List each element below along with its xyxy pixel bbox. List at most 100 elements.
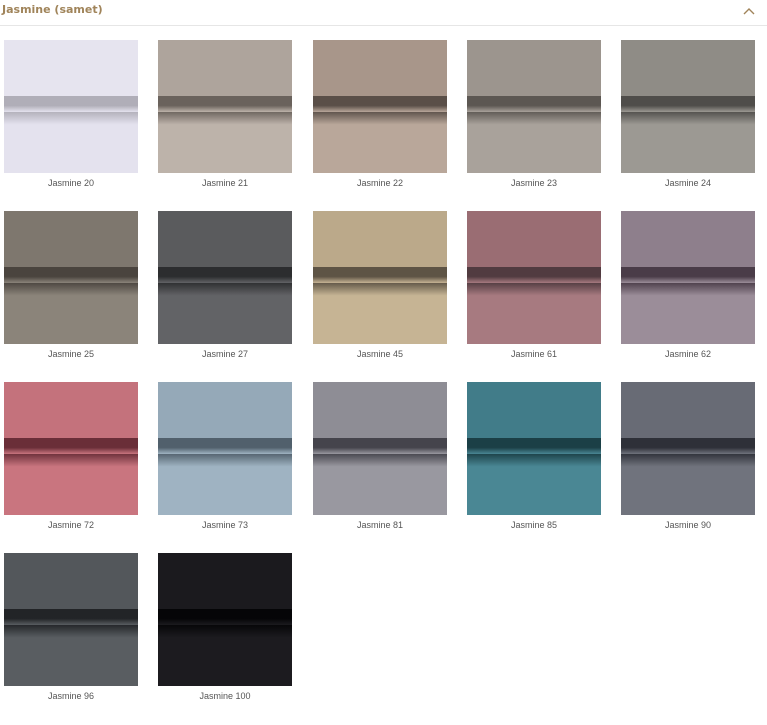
swatch-top-fold (313, 382, 447, 439)
swatch-bottom-fold (4, 111, 138, 173)
swatch-bottom-fold (313, 282, 447, 344)
swatch-image (4, 211, 138, 344)
fabric-swatch[interactable]: Jasmine 73 (158, 382, 292, 530)
swatch-fold-shadow (313, 438, 447, 454)
swatch-fold-shadow (158, 267, 292, 283)
swatch-label: Jasmine 72 (47, 520, 95, 530)
swatch-image (313, 382, 447, 515)
fabric-swatch[interactable]: Jasmine 61 (467, 211, 601, 359)
swatch-top-fold (4, 553, 138, 610)
swatch-top-fold (4, 382, 138, 439)
swatch-label: Jasmine 25 (47, 349, 95, 359)
swatch-fold-shadow (4, 438, 138, 454)
swatch-bottom-fold (158, 282, 292, 344)
swatch-image (158, 553, 292, 686)
swatch-bottom-fold (313, 453, 447, 515)
swatch-fold-shadow (158, 609, 292, 625)
fabric-swatch[interactable]: Jasmine 81 (313, 382, 447, 530)
swatch-label: Jasmine 23 (510, 178, 558, 188)
fabric-swatch[interactable]: Jasmine 24 (621, 40, 755, 188)
swatch-image (621, 382, 755, 515)
fabric-swatch[interactable]: Jasmine 62 (621, 211, 755, 359)
swatch-bottom-fold (621, 282, 755, 344)
swatch-image (621, 40, 755, 173)
swatch-label: Jasmine 85 (510, 520, 558, 530)
swatch-image (467, 211, 601, 344)
swatch-label: Jasmine 20 (47, 178, 95, 188)
fabric-swatch[interactable]: Jasmine 21 (158, 40, 292, 188)
swatch-label: Jasmine 81 (356, 520, 404, 530)
swatch-label: Jasmine 100 (199, 691, 251, 701)
swatch-top-fold (467, 382, 601, 439)
swatch-image (313, 40, 447, 173)
swatch-image (158, 40, 292, 173)
fabric-swatch[interactable]: Jasmine 25 (4, 211, 138, 359)
swatch-label: Jasmine 90 (664, 520, 712, 530)
swatch-top-fold (158, 553, 292, 610)
swatch-bottom-fold (158, 453, 292, 515)
swatch-fold-shadow (4, 267, 138, 283)
swatch-fold-shadow (158, 96, 292, 112)
swatch-label: Jasmine 62 (664, 349, 712, 359)
swatch-fold-shadow (621, 267, 755, 283)
fabric-swatch[interactable]: Jasmine 45 (313, 211, 447, 359)
fabric-swatch[interactable]: Jasmine 72 (4, 382, 138, 530)
swatch-top-fold (621, 40, 755, 97)
swatch-label: Jasmine 21 (201, 178, 249, 188)
swatch-top-fold (467, 211, 601, 268)
swatch-label: Jasmine 45 (356, 349, 404, 359)
swatch-label: Jasmine 22 (356, 178, 404, 188)
swatch-label: Jasmine 24 (664, 178, 712, 188)
swatch-top-fold (313, 211, 447, 268)
fabric-swatch[interactable]: Jasmine 20 (4, 40, 138, 188)
swatch-image (4, 382, 138, 515)
swatch-fold-shadow (621, 438, 755, 454)
swatch-fold-shadow (467, 267, 601, 283)
swatch-image (313, 211, 447, 344)
fabric-swatch[interactable]: Jasmine 22 (313, 40, 447, 188)
swatch-bottom-fold (467, 453, 601, 515)
swatch-bottom-fold (467, 111, 601, 173)
fabric-swatch[interactable]: Jasmine 96 (4, 553, 138, 701)
swatch-top-fold (467, 40, 601, 97)
swatch-fold-shadow (313, 267, 447, 283)
swatch-label: Jasmine 96 (47, 691, 95, 701)
swatch-fold-shadow (467, 438, 601, 454)
swatch-fold-shadow (621, 96, 755, 112)
swatch-bottom-fold (4, 453, 138, 515)
swatch-top-fold (158, 211, 292, 268)
chevron-up-icon[interactable] (743, 6, 755, 16)
swatch-bottom-fold (621, 111, 755, 173)
swatch-bottom-fold (4, 282, 138, 344)
swatch-bottom-fold (313, 111, 447, 173)
swatch-image (158, 211, 292, 344)
section-title: Jasmine (samet) (2, 3, 103, 16)
swatch-image (467, 382, 601, 515)
swatch-top-fold (313, 40, 447, 97)
swatch-top-fold (4, 40, 138, 97)
swatch-image (621, 211, 755, 344)
swatch-top-fold (158, 40, 292, 97)
swatch-bottom-fold (158, 111, 292, 173)
swatch-top-fold (621, 211, 755, 268)
swatch-fold-shadow (4, 609, 138, 625)
swatch-fold-shadow (4, 96, 138, 112)
swatch-fold-shadow (313, 96, 447, 112)
fabric-swatch[interactable]: Jasmine 90 (621, 382, 755, 530)
swatch-bottom-fold (467, 282, 601, 344)
swatch-bottom-fold (158, 624, 292, 686)
fabric-swatch[interactable]: Jasmine 27 (158, 211, 292, 359)
section-header[interactable]: Jasmine (samet) (0, 0, 767, 26)
swatch-image (158, 382, 292, 515)
swatch-image (467, 40, 601, 173)
swatch-fold-shadow (467, 96, 601, 112)
swatch-bottom-fold (4, 624, 138, 686)
swatch-top-fold (4, 211, 138, 268)
fabric-swatch[interactable]: Jasmine 23 (467, 40, 601, 188)
swatch-fold-shadow (158, 438, 292, 454)
fabric-swatch[interactable]: Jasmine 100 (158, 553, 292, 701)
swatch-image (4, 553, 138, 686)
fabric-swatch[interactable]: Jasmine 85 (467, 382, 601, 530)
swatch-top-fold (621, 382, 755, 439)
swatch-bottom-fold (621, 453, 755, 515)
